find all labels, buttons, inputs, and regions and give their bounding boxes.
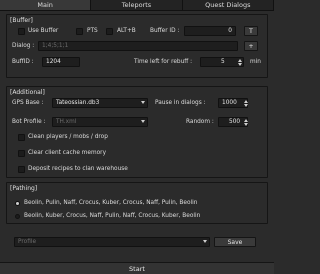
spin-down-icon [244, 103, 248, 107]
tab-quest-dialogs[interactable]: Quest Dialogs [183, 0, 274, 10]
gps-base-select[interactable]: Tateossian.db3 [52, 98, 148, 108]
chevron-down-icon [141, 120, 145, 123]
chevron-down-icon [203, 240, 207, 243]
deposit-recipes-label: Deposit recipes to clan warehouse [28, 166, 128, 172]
spin-up-icon [238, 58, 242, 62]
save-button[interactable]: Save [214, 237, 256, 247]
random-spinner[interactable] [242, 117, 250, 127]
tab-main[interactable]: Main [0, 0, 92, 10]
use-buffer-label: Use Buffer [28, 28, 59, 34]
spin-down-icon [244, 122, 248, 126]
bot-profile-label: Bot Profile : [12, 119, 46, 125]
use-buffer-checkbox[interactable] [18, 28, 25, 35]
time-left-spinner[interactable] [236, 57, 244, 67]
route-2-radio[interactable] [15, 214, 20, 219]
tab-bar: Main Teleports Quest Dialogs [0, 0, 274, 11]
chevron-down-icon [141, 101, 145, 104]
pts-checkbox[interactable] [76, 28, 83, 35]
buff-id-field[interactable]: 1204 [42, 57, 80, 67]
spin-down-icon [238, 62, 242, 66]
alt-b-checkbox[interactable] [106, 28, 113, 35]
dialog-add-button[interactable]: + [244, 41, 258, 51]
buffer-id-label: Buffer ID : [150, 28, 180, 34]
spin-up-icon [244, 118, 248, 122]
additional-section-title: [Additional] [10, 89, 45, 96]
clear-cache-label: Clear client cache memory [28, 150, 106, 156]
buffer-id-field[interactable]: 0 [184, 26, 236, 36]
tab-teleports[interactable]: Teleports [91, 0, 183, 10]
alt-b-label: ALT+B [117, 28, 136, 34]
profile-select[interactable]: Profile [14, 237, 210, 247]
dialog-field[interactable]: 1;4;5;1;1 [38, 41, 238, 51]
buffer-section-title: [Buffer] [10, 17, 33, 24]
route-1-label: Beolin, Pulin, Naff, Crocus, Kuber, Croc… [24, 200, 198, 206]
gps-base-label: GPS Base : [12, 100, 44, 106]
start-button[interactable]: Start [0, 262, 274, 274]
time-left-label: Time left for rebuff : [134, 59, 193, 65]
min-label: min [250, 59, 261, 65]
clean-players-checkbox[interactable] [18, 134, 25, 141]
pause-label: Pause in dialogs : [155, 100, 206, 106]
clean-players-label: Clean players / mobs / drop [28, 134, 108, 140]
route-2-label: Beolin, Kuber, Crocus, Naff, Pulin, Naff… [24, 213, 201, 219]
deposit-recipes-checkbox[interactable] [18, 166, 25, 173]
buff-id-label: BuffID : [12, 59, 34, 65]
spin-up-icon [244, 99, 248, 103]
pause-spinner[interactable] [242, 98, 250, 108]
random-label: Random : [186, 119, 214, 125]
buffer-t-button[interactable]: T [244, 26, 258, 36]
pathing-section-title: [Pathing] [10, 185, 38, 192]
bot-profile-select[interactable]: TH.xml [52, 117, 148, 127]
route-1-radio[interactable] [15, 201, 20, 206]
clear-cache-checkbox[interactable] [18, 150, 25, 157]
dialog-label: Dialog : [12, 43, 35, 49]
pts-label: PTS [87, 28, 98, 34]
